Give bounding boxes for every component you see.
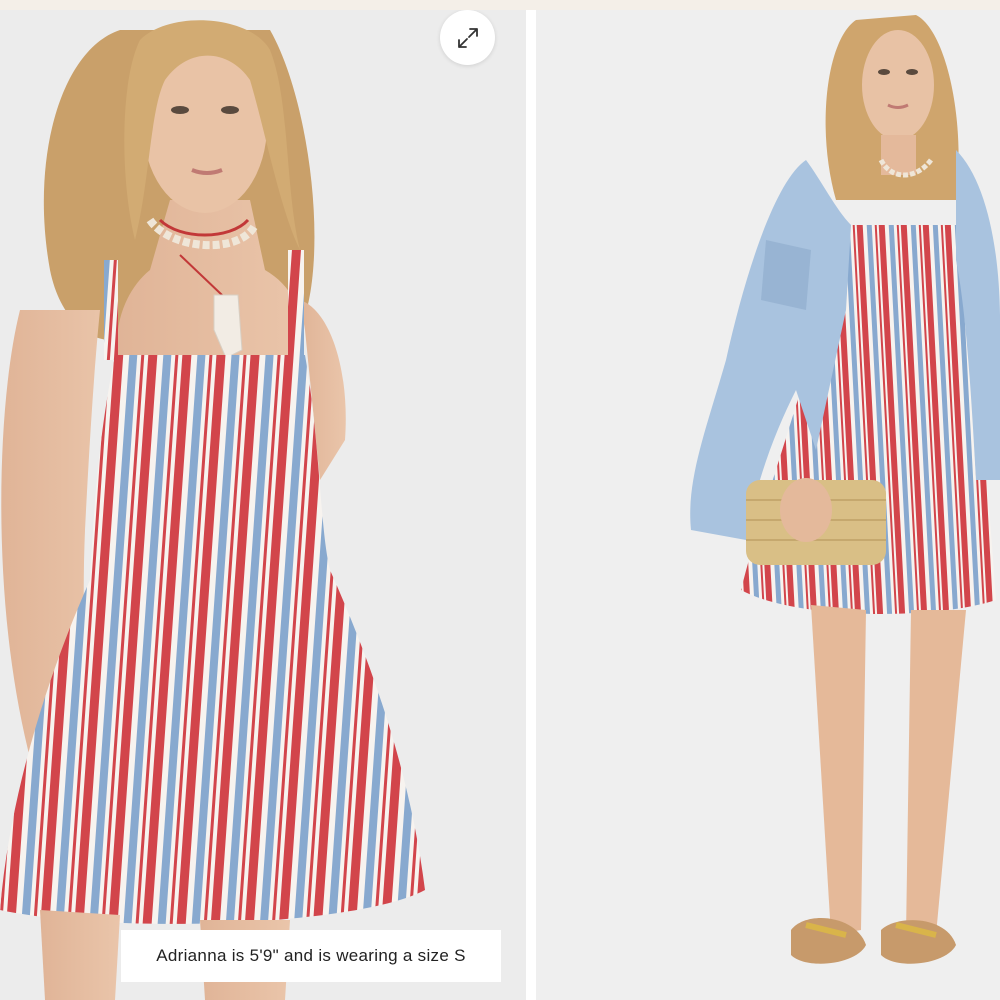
image-divider bbox=[526, 10, 536, 1000]
expand-image-button[interactable] bbox=[440, 10, 495, 65]
product-image-gallery: Adrianna is 5'9" and is wearing a size S bbox=[0, 10, 1000, 1000]
product-image-front[interactable]: Adrianna is 5'9" and is wearing a size S bbox=[0, 10, 526, 1000]
model-size-caption: Adrianna is 5'9" and is wearing a size S bbox=[121, 930, 501, 982]
expand-arrows-icon bbox=[456, 26, 480, 50]
top-strip bbox=[0, 0, 1000, 10]
model-full-length-illustration bbox=[536, 10, 1000, 1000]
model-closeup-illustration bbox=[0, 10, 526, 1000]
product-image-full-length[interactable] bbox=[536, 10, 1000, 1000]
